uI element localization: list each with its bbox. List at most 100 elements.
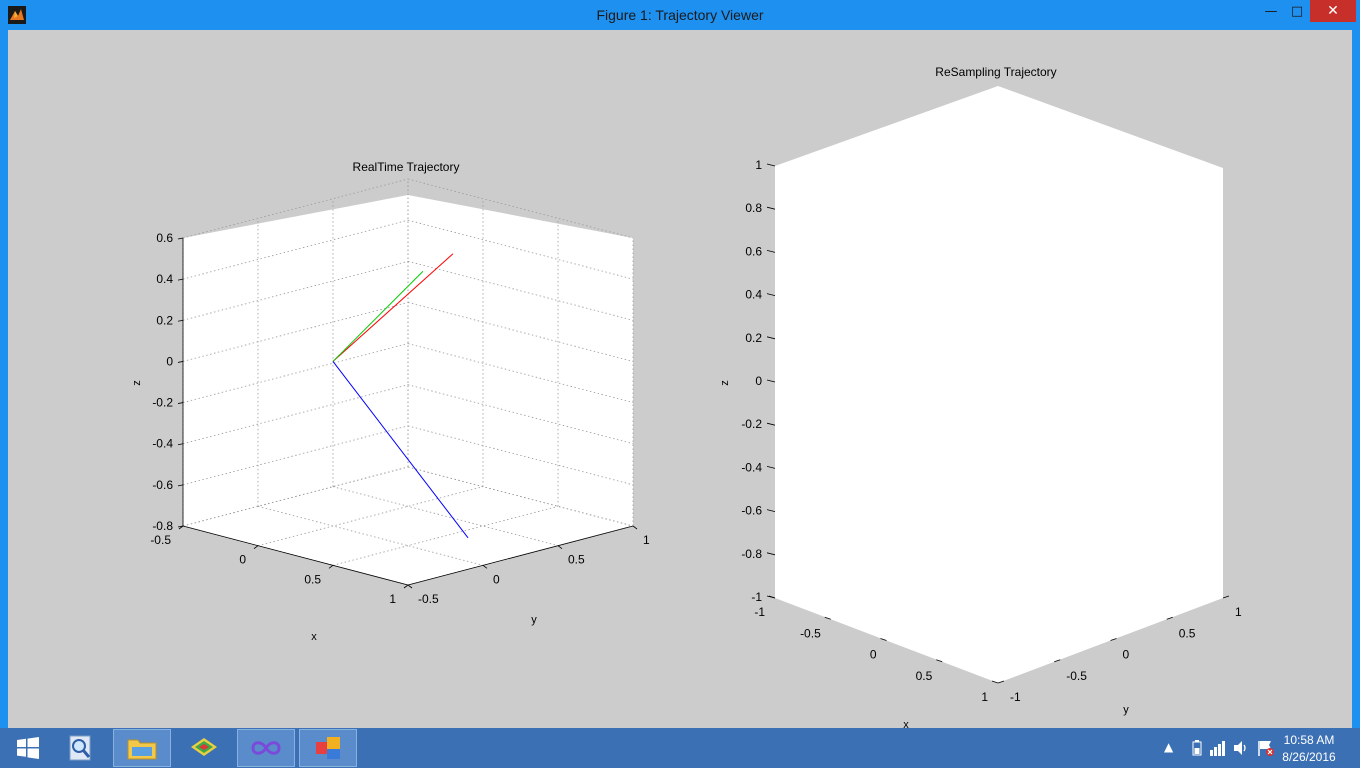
taskbar: ▲ 10:58 AM 8/26/2016	[0, 728, 1360, 768]
z-tick-label: -1	[751, 590, 762, 604]
axes-realtime[interactable]: 0.60.40.20-0.2-0.4-0.6-0.8-0.500.51 -0.50…	[131, 160, 650, 643]
z-tick-label: 1	[755, 158, 762, 172]
z-tick-label: 0.2	[156, 313, 173, 327]
z-tick-label: 0	[166, 354, 173, 368]
app-stack-button[interactable]	[176, 730, 232, 766]
z-tick-label: 0.2	[745, 331, 762, 345]
start-button[interactable]	[0, 730, 56, 766]
window-title: Figure 1: Trajectory Viewer	[596, 7, 764, 23]
file-explorer-button[interactable]	[113, 729, 171, 767]
figure-app-button[interactable]	[299, 729, 357, 767]
window-titlebar[interactable]: Figure 1: Trajectory Viewer — □ ✕	[0, 0, 1360, 30]
z-tick-label: 0.8	[745, 201, 762, 215]
y-tick-label: 0	[493, 572, 500, 586]
y-tick	[482, 565, 488, 569]
z-tick-label: -0.6	[152, 478, 173, 492]
infinity-icon	[251, 741, 281, 755]
z-tick-label: 0.4	[745, 288, 762, 302]
x-tick-label: 1	[389, 592, 396, 606]
z-tick	[766, 250, 776, 253]
z-tick	[766, 422, 776, 426]
clock-date[interactable]: 8/26/2016	[1274, 750, 1344, 764]
axes-realtime-xlabel: x	[311, 631, 317, 643]
y-tick-label: -1	[1010, 690, 1021, 704]
action-center-flag-icon[interactable]	[1257, 739, 1275, 757]
z-tick	[177, 237, 184, 240]
x-tick	[403, 584, 409, 589]
z-tick	[766, 293, 776, 296]
axes-resampling-zlabel: z	[719, 380, 731, 386]
z-tick-label: -0.2	[152, 396, 173, 410]
battery-icon[interactable]	[1190, 739, 1204, 757]
z-tick	[766, 336, 776, 340]
x-tick-label: 0.5	[916, 669, 933, 683]
axes-resampling-background	[775, 86, 1223, 683]
network-icon[interactable]	[1209, 739, 1227, 757]
axes-resampling-xlabel: x	[903, 719, 909, 728]
x-tick-label: -0.5	[150, 533, 171, 547]
y-tick-label: -0.5	[418, 592, 439, 606]
y-tick-label: 1	[643, 533, 650, 547]
window-frame-right	[1352, 30, 1360, 728]
z-tick	[766, 163, 776, 167]
layers-icon	[191, 738, 217, 756]
z-tick	[177, 319, 184, 322]
z-tick	[766, 509, 776, 512]
z-tick-label: 0.6	[745, 244, 762, 258]
axes-realtime-title: RealTime Trajectory	[353, 160, 460, 174]
magnifier-icon	[69, 735, 91, 761]
z-tick	[766, 552, 776, 556]
windows-logo-icon	[17, 737, 39, 759]
figure-canvas[interactable]: 0.6 0.4 0.2 0 -0.2 -0.4 -0.6 -0.8 -0.5 0 0.5 1 -0.5 0…	[8, 30, 1352, 728]
y-tick-label: 0.5	[568, 553, 585, 567]
z-tick	[766, 466, 776, 469]
volume-icon[interactable]	[1233, 739, 1249, 757]
z-tick-label: -0.4	[152, 437, 173, 451]
y-tick-label: -0.5	[1066, 669, 1087, 683]
axes-resampling-ylabel: y	[1123, 704, 1129, 716]
minimize-button[interactable]: —	[1258, 0, 1284, 22]
z-tick	[177, 361, 184, 363]
x-tick-label: 0	[239, 553, 246, 567]
x-tick	[328, 565, 334, 569]
y-tick-label: 0	[1123, 648, 1130, 662]
clock-time[interactable]: 10:58 AM	[1274, 733, 1344, 747]
z-tick	[177, 278, 184, 281]
window-frame-left	[0, 30, 8, 728]
axes-resampling[interactable]: 10.80.60.40.20-0.2-0.4-0.6-0.8-1-1-0.500…	[719, 65, 1242, 728]
z-tick-label: 0.6	[156, 231, 173, 245]
z-tick-label: -0.6	[741, 504, 762, 518]
z-tick	[177, 484, 184, 487]
y-tick	[407, 584, 413, 589]
tray-expand-icon[interactable]: ▲	[1164, 740, 1173, 754]
squares-icon	[316, 737, 340, 759]
x-tick-label: 1	[981, 690, 988, 704]
x-tick-label: 0.5	[304, 572, 321, 586]
search-app-button[interactable]	[52, 730, 108, 766]
close-button[interactable]: ✕	[1310, 0, 1356, 22]
x-tick-label: -1	[754, 605, 765, 619]
axes-realtime-zlabel: z	[131, 380, 143, 386]
folder-icon	[127, 739, 157, 760]
z-tick-label: 0	[755, 374, 762, 388]
y-tick-label: 0.5	[1179, 626, 1196, 640]
z-tick	[177, 443, 184, 446]
x-tick-label: -0.5	[800, 626, 821, 640]
axes-realtime-ylabel: y	[531, 614, 537, 626]
figure-plots[interactable]: 0.6 0.4 0.2 0 -0.2 -0.4 -0.6 -0.8 -0.5 0 0.5 1 -0.5 0…	[8, 30, 1352, 728]
maximize-button[interactable]: □	[1284, 0, 1310, 22]
y-tick-label: 1	[1235, 605, 1242, 619]
infinity-app-button[interactable]	[237, 729, 295, 767]
y-tick	[1222, 595, 1230, 599]
x-tick-label: 0	[870, 648, 877, 662]
z-tick	[177, 402, 184, 404]
z-tick	[766, 379, 776, 383]
z-tick-label: -0.8	[741, 547, 762, 561]
y-tick	[557, 545, 563, 549]
z-tick-label: -0.4	[741, 460, 762, 474]
z-tick-label: 0.4	[156, 272, 173, 286]
axes-resampling-title: ReSampling Trajectory	[935, 65, 1056, 79]
z-tick	[766, 206, 776, 210]
y-tick	[632, 525, 638, 530]
z-tick-label: -0.2	[741, 417, 762, 431]
